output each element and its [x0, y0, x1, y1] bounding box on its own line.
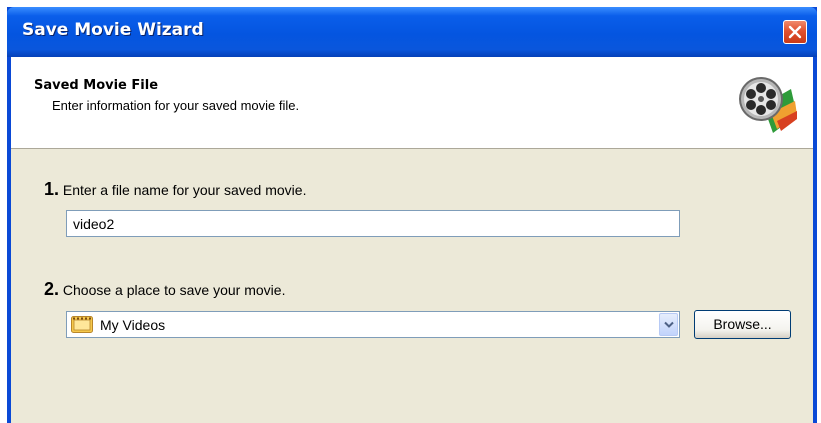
close-button[interactable] [783, 20, 807, 44]
step-1-label: 1. Enter a file name for your saved movi… [44, 179, 306, 200]
save-movie-wizard-window: Save Movie Wizard Saved Movie File Enter… [7, 7, 817, 423]
wizard-body: Saved Movie File Enter information for y… [11, 57, 813, 423]
browse-button[interactable]: Browse... [694, 310, 791, 339]
folder-videos-icon [71, 316, 93, 333]
page-subtitle: Enter information for your saved movie f… [52, 98, 300, 113]
step-2-label: 2. Choose a place to save your movie. [44, 279, 285, 300]
page-title: Saved Movie File [34, 78, 159, 93]
chevron-down-icon [664, 321, 674, 328]
title-bar[interactable]: Save Movie Wizard [7, 7, 817, 57]
step-1-number: 1. [44, 179, 60, 199]
step-2-number: 2. [44, 279, 60, 299]
step-2-text: Choose a place to save your movie. [62, 282, 286, 298]
save-location-dropdown[interactable]: My Videos [66, 311, 680, 338]
close-icon [788, 25, 802, 39]
save-location-value: My Videos [100, 317, 166, 333]
dropdown-arrow-button[interactable] [659, 313, 678, 336]
step-1-text: Enter a file name for your saved movie. [62, 182, 307, 198]
window-title: Save Movie Wizard [22, 20, 204, 40]
file-name-input[interactable]: video2 [66, 210, 680, 237]
film-reel-icon [739, 77, 797, 133]
wizard-header: Saved Movie File Enter information for y… [11, 57, 813, 149]
